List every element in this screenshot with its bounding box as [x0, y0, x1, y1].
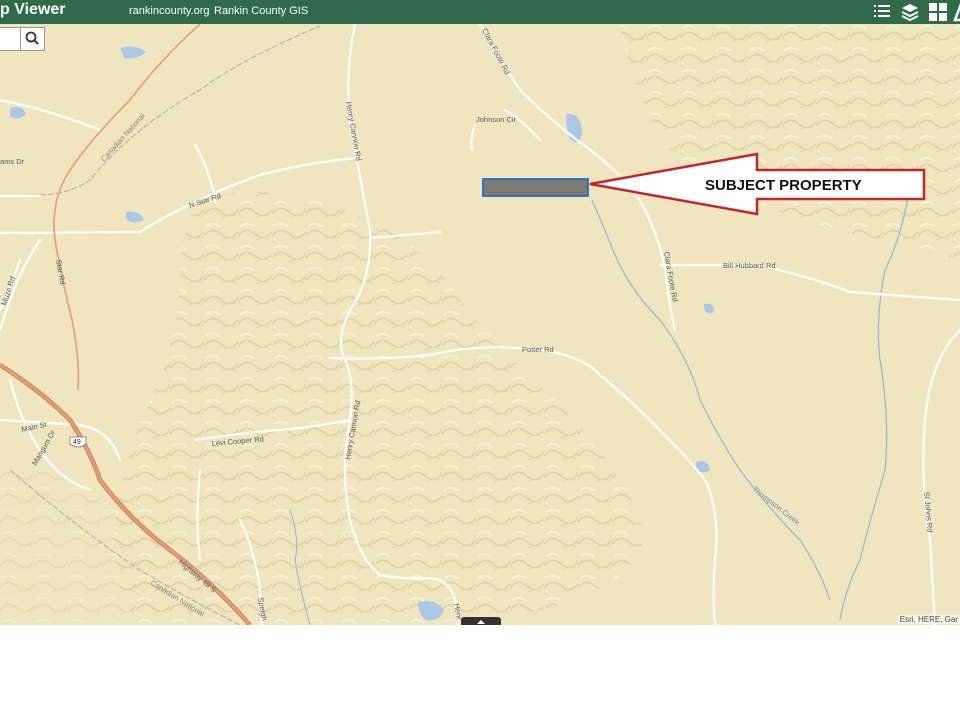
map-search-input[interactable]: [0, 27, 22, 51]
callout-label: SUBJECT PROPERTY: [705, 177, 862, 194]
chevron-up-icon: [477, 620, 485, 624]
route-49-shield: 49: [69, 436, 87, 448]
header-bar: p Viewer rankincounty.org Rankin County …: [0, 0, 960, 24]
grid-icon[interactable]: [928, 2, 948, 22]
route-49-label: 49: [73, 439, 81, 446]
more-tools-icon[interactable]: [953, 2, 960, 22]
map-layer: Clara Foote Rd Johnson Cir Henry Cannon …: [0, 24, 960, 625]
label-adams-dr: ams Dr: [0, 157, 25, 166]
panel-collapse-tab[interactable]: [461, 617, 501, 625]
label-johnson-cir: Johnson Cir: [476, 115, 517, 124]
app-title: p Viewer: [0, 1, 66, 18]
label-potter-rd: Potter Rd: [522, 345, 554, 354]
rankincounty-link[interactable]: rankincounty.org: [129, 5, 210, 17]
list-icon[interactable]: [872, 2, 892, 22]
map-canvas[interactable]: Clara Foote Rd Johnson Cir Henry Cannon …: [0, 24, 960, 625]
search-icon: [25, 31, 39, 45]
subject-parcel[interactable]: [482, 178, 589, 197]
label-bill-hubbard-rd: Bill Hubbard Rd: [723, 261, 776, 270]
rankin-gis-link[interactable]: Rankin County GIS: [214, 5, 308, 17]
map-attribution: Esri, HERE, Gar: [897, 615, 960, 624]
layers-icon[interactable]: [900, 2, 920, 22]
search-button[interactable]: [20, 27, 45, 51]
